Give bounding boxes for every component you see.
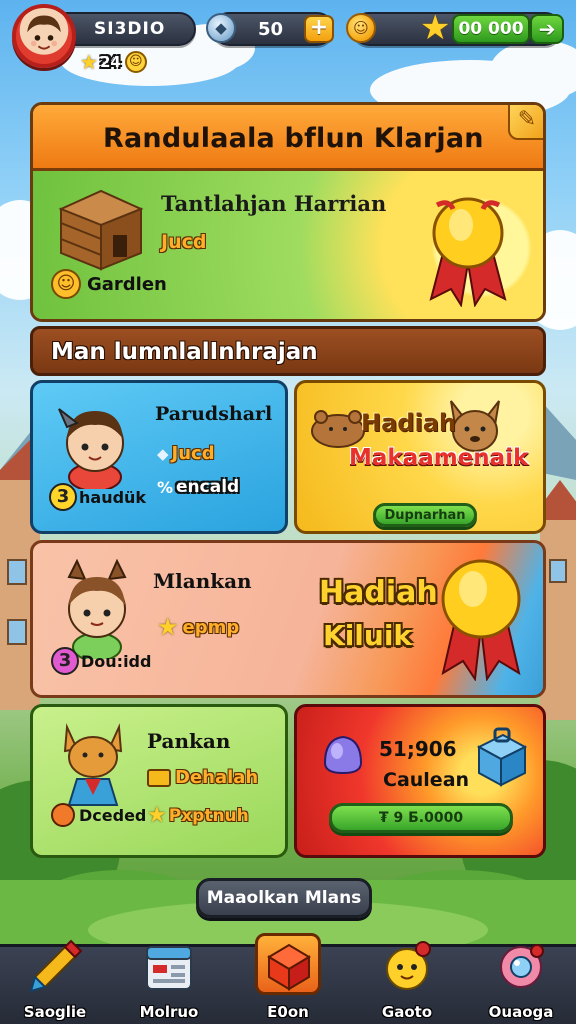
mascot-icon bbox=[386, 941, 431, 990]
daily-panel-body: Tantlahjan Harrian Jucd ☺ Gardlen bbox=[33, 171, 543, 319]
nav-item-e0on[interactable]: E0on bbox=[233, 933, 343, 1024]
card-peach[interactable]: Mlankan ★ epmp 3 Dou:idd Hadiah Kiluik bbox=[30, 540, 546, 698]
task-status: Jucd bbox=[161, 231, 207, 253]
smiley-coin-icon: ☺ bbox=[124, 51, 147, 73]
green-card-title: Pankan bbox=[147, 729, 231, 753]
add-gems-button[interactable]: + bbox=[304, 15, 334, 43]
droplet-icon: ◆ bbox=[157, 444, 169, 463]
green-badge: Dceded bbox=[51, 803, 146, 827]
yellow-card-title-1: Hadiah bbox=[361, 409, 456, 437]
star-icon: ★ bbox=[157, 613, 179, 641]
nav-item-ouaoga[interactable]: Ouaoga bbox=[466, 944, 576, 1024]
yellow-card-button[interactable]: Dupnarhan bbox=[373, 503, 477, 527]
apple-icon bbox=[51, 803, 75, 827]
peach-reward-title-2: Kiluik bbox=[323, 619, 413, 652]
nav-item-saoglie[interactable]: Saoglie bbox=[0, 939, 110, 1024]
player-stars: ★ 24 ☺ bbox=[80, 50, 147, 74]
daily-panel-title: Randulaala bflun Klarjan bbox=[103, 123, 484, 154]
task-title: Tantlahjan Harrian bbox=[161, 191, 387, 216]
gold-star-icon: ★ bbox=[420, 8, 451, 48]
cat-girl-character-icon bbox=[67, 559, 127, 659]
chest-icon bbox=[147, 768, 171, 787]
edit-corner-icon[interactable]: ✎ bbox=[508, 105, 543, 140]
blue-stat-1: ◆ Jucd bbox=[157, 443, 215, 464]
peach-badge: 3 Dou:idd bbox=[51, 647, 151, 675]
smiley-icon: ☺ bbox=[51, 269, 81, 299]
garden-label: Gardlen bbox=[87, 273, 167, 295]
pencil-icon bbox=[29, 939, 83, 993]
avatar-face-icon bbox=[27, 15, 61, 50]
coins-display: 00 000 bbox=[452, 14, 530, 44]
garden-tag[interactable]: ☺ Gardlen bbox=[51, 269, 167, 299]
daily-panel-header: Randulaala bflun Klarjan ✎ bbox=[33, 105, 543, 171]
blue-card-title: Parudsharl bbox=[155, 403, 273, 425]
blue-chest-icon bbox=[476, 727, 528, 787]
box-icon bbox=[267, 943, 311, 991]
card-green[interactable]: Pankan Dehalah Dceded ★ Pxptnuh bbox=[30, 704, 288, 858]
yellow-card-title-2: Makaamenaik bbox=[349, 445, 529, 471]
orb-icon bbox=[500, 944, 544, 988]
daily-panel: Randulaala bflun Klarjan ✎ Tantlahjan Ha… bbox=[30, 102, 546, 322]
section-header: Man lumnlalInhrajan bbox=[30, 326, 546, 376]
peach-stat: ★ epmp bbox=[157, 613, 240, 641]
blue-stat-2: % encald bbox=[157, 477, 240, 497]
gem-icon: ◆ bbox=[206, 13, 236, 43]
medal-icon bbox=[429, 197, 507, 307]
boy-character-icon bbox=[58, 408, 124, 489]
section-title: Man lumnlalInhrajan bbox=[51, 339, 318, 365]
peach-reward-title-1: Hadiah bbox=[319, 575, 438, 610]
star-icon: ★ bbox=[147, 803, 167, 828]
crate-icon bbox=[58, 189, 144, 271]
card-blue[interactable]: Parudsharl ◆ Jucd % encald 3 haudük bbox=[30, 380, 288, 534]
player-avatar[interactable] bbox=[12, 4, 76, 68]
green-stat-1: Dehalah bbox=[147, 767, 258, 788]
coin-icon: ☺ bbox=[346, 13, 376, 43]
fox-character-icon bbox=[63, 723, 123, 806]
more-missions-button[interactable]: Maaolkan Mlans bbox=[196, 878, 372, 918]
blue-badge: 3 haudük bbox=[49, 483, 146, 511]
top-hud: SI3DIO ★ 24 ☺ 50 ◆ + 00 000 ☺ ★ 00 000 ➔ bbox=[0, 0, 576, 80]
nav-item-gaoto[interactable]: Gaoto bbox=[352, 941, 462, 1024]
peach-card-title: Mlankan bbox=[153, 569, 252, 593]
red-card-label: Caulean bbox=[383, 769, 470, 791]
go-arrow-button[interactable]: ➔ bbox=[530, 14, 564, 44]
calendar-icon bbox=[146, 946, 192, 990]
gold-medal-icon bbox=[441, 559, 521, 681]
potion-icon bbox=[323, 735, 363, 775]
player-name: SI3DIO bbox=[94, 19, 166, 39]
green-stat-2: ★ Pxptnuh bbox=[147, 803, 249, 828]
card-red[interactable]: 51;906 Caulean ₮ 9 Б.0000 bbox=[294, 704, 546, 858]
nav-item-molruo[interactable]: Molruo bbox=[114, 946, 224, 1024]
star-icon: ★ bbox=[80, 50, 98, 74]
tag-icon: % bbox=[157, 477, 174, 497]
red-card-buy-button[interactable]: ₮ 9 Б.0000 bbox=[329, 803, 513, 833]
bottom-nav: Saoglie Molruo E0on Gaoto Ouaoga bbox=[0, 933, 576, 1024]
red-card-amount: 51;906 bbox=[379, 737, 457, 761]
card-yellow[interactable]: Hadiah Makaamenaik Dupnarhan bbox=[294, 380, 546, 534]
